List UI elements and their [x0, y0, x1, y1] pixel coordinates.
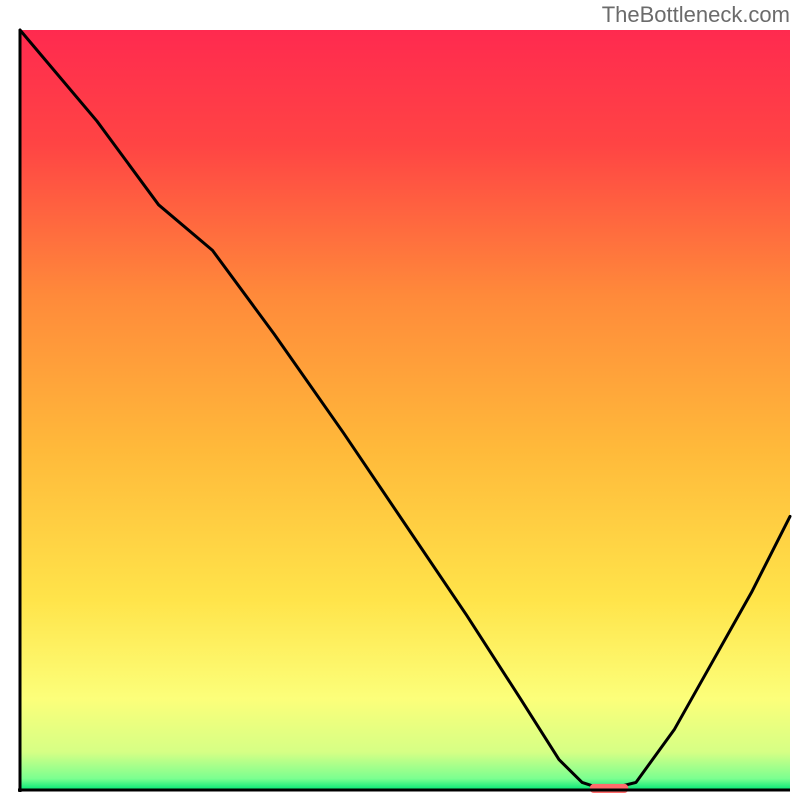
optimal-marker [590, 784, 629, 793]
watermark-text: TheBottleneck.com [602, 2, 790, 28]
bottleneck-chart [0, 0, 800, 800]
chart-container: TheBottleneck.com [0, 0, 800, 800]
plot-background [20, 30, 790, 790]
